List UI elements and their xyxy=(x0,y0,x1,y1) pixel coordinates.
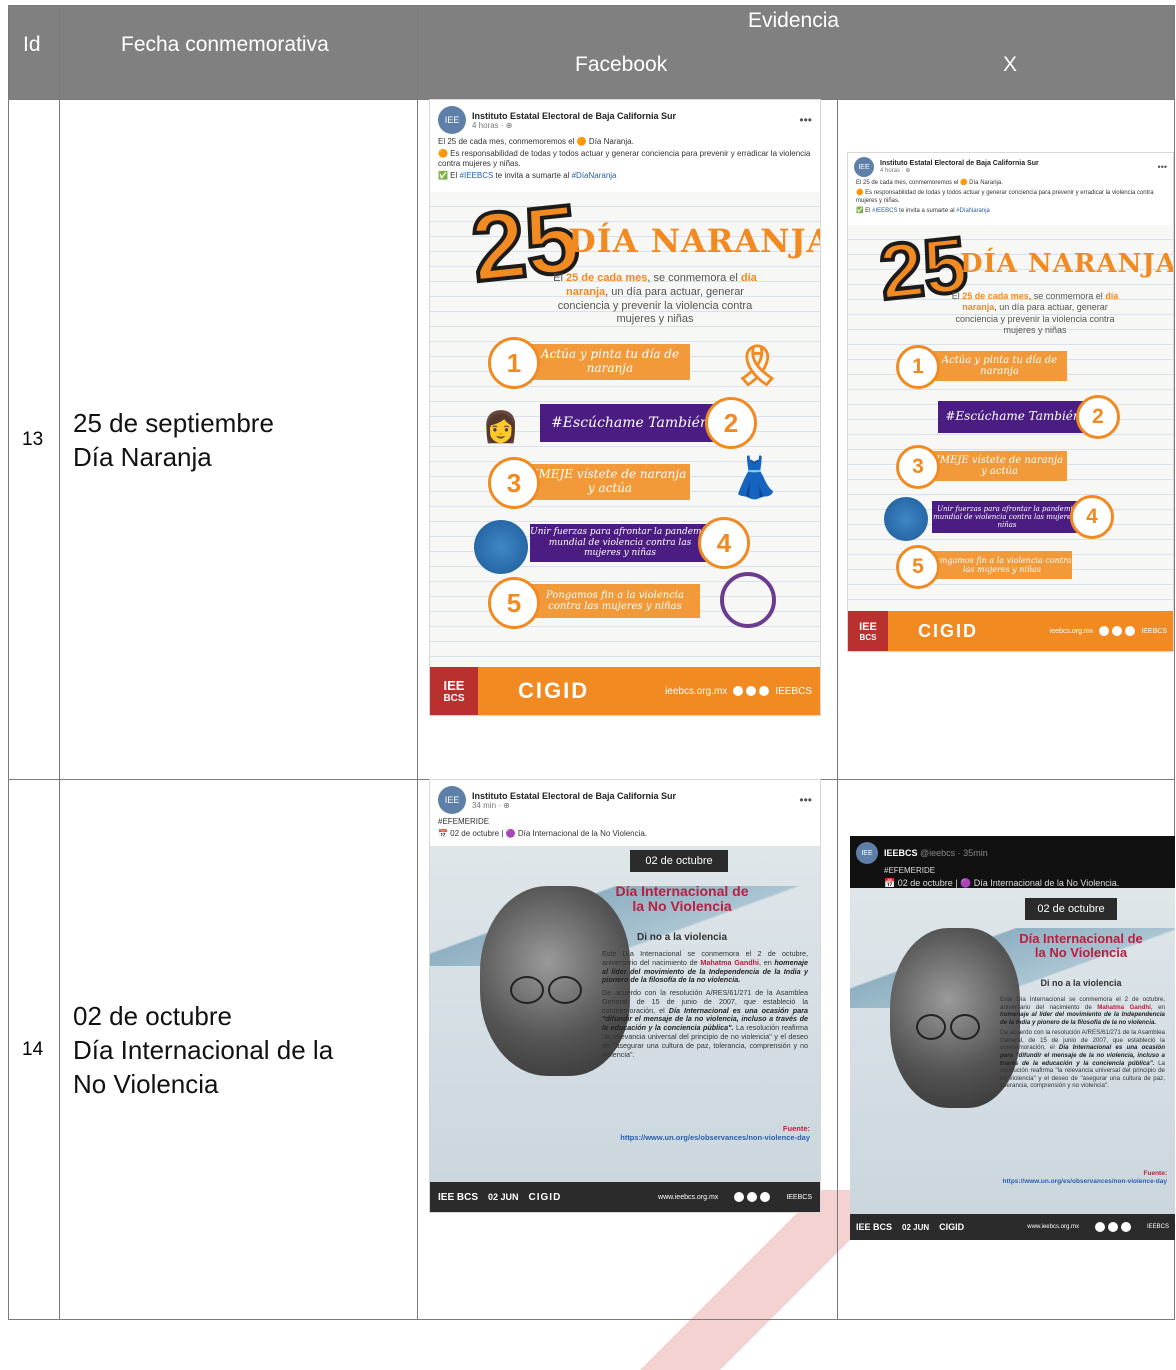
more-options-icon[interactable]: ••• xyxy=(799,793,812,807)
facebook-post-naranja: IEE Instituto Estatal Electoral de Baja … xyxy=(430,100,820,715)
post-handle: @ieebcs · 35min xyxy=(920,848,988,858)
poster-number-5: 5 xyxy=(488,577,540,629)
poster-footer: IEE BCS CIGID ieebcs.org.mx IEEBCS xyxy=(430,667,820,715)
hashtag-efemeride[interactable]: #EFEMERIDE xyxy=(850,865,1175,877)
page-avatar: IEE xyxy=(438,106,466,134)
post-line-3: ✅ El #IEEBCS te invita a sumarte al #Día… xyxy=(438,171,617,180)
no-violencia-poster: 02 de octubre Día Internacional de la No … xyxy=(430,846,820,1212)
poster-footer: IEE BCS 02 JUN CIGID www.ieebcs.org.mx I… xyxy=(430,1182,820,1212)
post-time: 34 min · ⊕ xyxy=(472,800,510,810)
row-id-cell: 14 xyxy=(8,779,60,1320)
header-id: Id xyxy=(8,5,60,100)
poster-subtitle: Di no a la violencia xyxy=(636,932,728,943)
no-violencia-poster-small: 02 de octubre Día Internacional de la No … xyxy=(850,888,1175,1240)
page-avatar: IEE xyxy=(438,786,466,814)
post-author: Instituto Estatal Electoral de Baja Cali… xyxy=(472,790,677,801)
globe-icon xyxy=(474,520,528,574)
poster-footer: IEE BCS CIGID ieebcs.org.mx IEEBCS xyxy=(848,611,1173,651)
table-header-row: Id Fecha conmemorativa Evidencia Faceboo… xyxy=(8,5,1175,100)
row-id-cell: 13 xyxy=(8,99,60,780)
hashtag-ieebcs[interactable]: #IEEBCS xyxy=(460,171,494,180)
post-line-1: El 25 de cada mes, conmemoremos el 🟠 Día… xyxy=(438,137,634,146)
header-evidencia-label: Evidencia xyxy=(748,9,840,32)
row-fecha-cell: 02 de octubre Día Internacional de la No… xyxy=(59,779,418,1320)
facebook-evidence-cell: IEE Instituto Estatal Electoral de Baja … xyxy=(417,99,838,780)
stop-violence-icon xyxy=(720,572,776,628)
women-icon: 👩 xyxy=(482,411,520,444)
page-avatar: IEE xyxy=(856,842,878,864)
evidence-table: Id Fecha conmemorativa Evidencia Faceboo… xyxy=(8,5,1175,1320)
cigid-logo: CIGID xyxy=(518,678,590,703)
more-options-icon[interactable]: ••• xyxy=(799,113,812,127)
dress-icon: 👗 xyxy=(730,456,780,500)
poster-item-2: #Escúchame También xyxy=(540,404,720,442)
post-line-2: 🟠 Es responsabilidad de todas y todos ac… xyxy=(438,149,811,168)
header-evidencia: Evidencia Facebook X xyxy=(417,5,1175,100)
poster-number-4: 4 xyxy=(698,517,750,569)
globe-icon xyxy=(884,497,928,541)
dia-naranja-poster-small: 25 DÍA NARANJA El 25 de cada mes, se con… xyxy=(848,225,1173,651)
poster-item-1: Actúa y pinta tu día de naranja xyxy=(530,344,690,380)
fecha-date: 25 de septiembre xyxy=(73,407,274,438)
poster-source: Fuente: https://www.un.org/es/observance… xyxy=(620,1124,810,1142)
x-evidence-cell: IEE Instituto Estatal Electoral de Baja … xyxy=(837,99,1175,780)
row-fecha-cell: 25 de septiembre Día Naranja xyxy=(59,99,418,780)
post-line: 📅 02 de octubre | 🟣 Día Internacional de… xyxy=(438,829,648,838)
hashtag-dianaranja[interactable]: #DíaNaranja xyxy=(572,171,617,180)
more-options-icon[interactable]: ••• xyxy=(1158,162,1167,172)
poster-date: 02 de octubre xyxy=(630,850,728,872)
poster-title: DÍA NARANJA xyxy=(568,222,820,260)
header-fecha: Fecha conmemorativa xyxy=(59,5,418,100)
social-icons xyxy=(733,686,770,696)
table-row: 13 25 de septiembre Día Naranja IEE Inst… xyxy=(8,99,1175,780)
fecha-date: 02 de octubre xyxy=(73,1000,233,1031)
post-author: Instituto Estatal Electoral de Baja Cali… xyxy=(472,110,677,121)
x-post-naranja: IEE Instituto Estatal Electoral de Baja … xyxy=(848,153,1173,651)
fecha-name: Día Naranja xyxy=(73,441,212,472)
x-evidence-cell: IEE IEEBCS @ieebcs · 35min #EFEMERIDE 📅 … xyxy=(837,779,1175,1320)
fecha-name-cont: No Violencia xyxy=(73,1068,219,1099)
hashtag-efemeride[interactable]: #EFEMERIDE xyxy=(430,816,820,828)
poster-item-3: IMEJE vístete de naranja y actúa xyxy=(530,464,690,500)
post-time: 4 horas · ⊕ xyxy=(472,120,513,130)
dia-naranja-poster: 2 5 DÍA NARANJA El 25 de cada mes, se con… xyxy=(430,192,820,715)
poster-number-3: 3 xyxy=(488,457,540,509)
poster-item-5: Pongamos fin a la violencia contra las m… xyxy=(530,584,700,618)
poster-body: Este Día Internacional se conmemora el 2… xyxy=(602,949,808,1059)
page-avatar: IEE xyxy=(854,157,874,177)
facebook-post-gandhi: IEE Instituto Estatal Electoral de Baja … xyxy=(430,780,820,1212)
poster-title: Día Internacional de la No Violencia xyxy=(615,883,749,914)
fecha-name: Día Internacional de la xyxy=(73,1034,334,1065)
poster-item-4: Unir fuerzas para afrontar la pandemia m… xyxy=(530,524,710,562)
x-post-gandhi: IEE IEEBCS @ieebcs · 35min #EFEMERIDE 📅 … xyxy=(850,836,1175,1240)
facebook-evidence-cell: IEE Instituto Estatal Electoral de Baja … xyxy=(417,779,838,1320)
row-id: 14 xyxy=(22,1038,44,1060)
row-id: 13 xyxy=(22,428,44,450)
header-facebook: Facebook xyxy=(575,53,668,76)
header-x: X xyxy=(1003,53,1018,76)
post-author: IEEBCS xyxy=(884,848,918,858)
ribbon-icon: 🎗 xyxy=(732,344,783,388)
table-row: 14 02 de octubre Día Internacional de la… xyxy=(8,779,1175,1320)
poster-number-1: 1 xyxy=(488,337,540,389)
poster-number-2: 2 xyxy=(705,397,757,449)
poster-intro: El 25 de cada mes, se conmemora el día n… xyxy=(553,272,757,326)
